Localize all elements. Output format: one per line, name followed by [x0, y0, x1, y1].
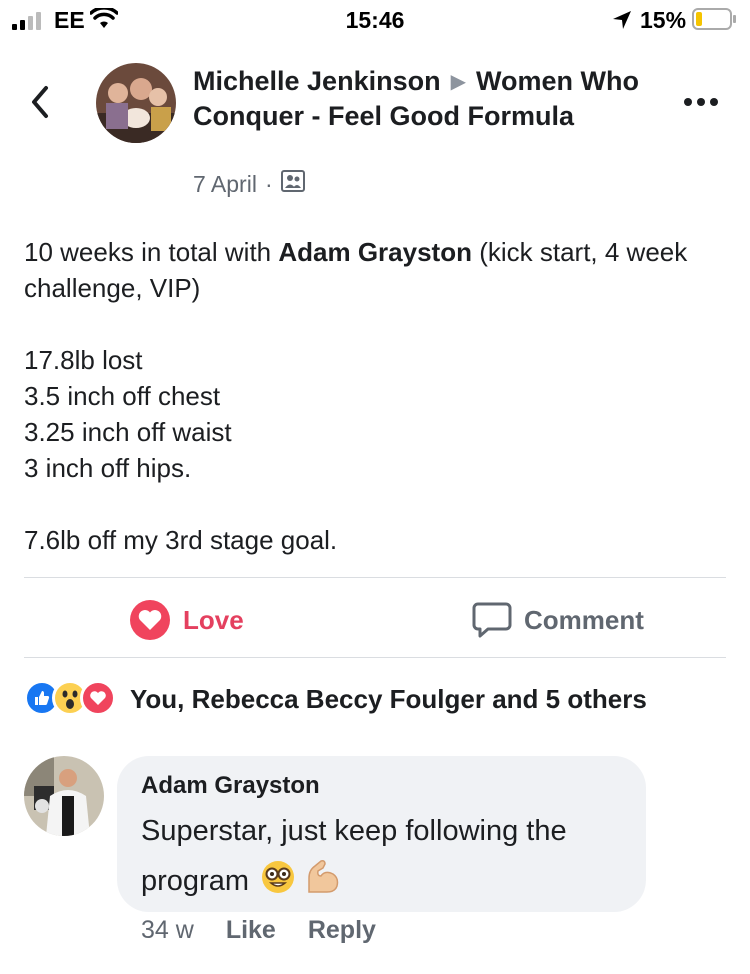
comment-label: Comment [524, 604, 644, 635]
commenter-name[interactable]: Adam Grayston [141, 772, 320, 800]
comment-button[interactable]: Comment [472, 598, 644, 642]
more-dot [684, 98, 692, 106]
post-date[interactable]: 7 April [193, 171, 257, 198]
reply-comment-button[interactable]: Reply [308, 916, 376, 945]
divider [24, 577, 726, 578]
more-dot [697, 98, 705, 106]
love-label: Love [183, 604, 244, 635]
flexed-biceps-icon [303, 858, 341, 910]
love-button[interactable]: Love [129, 598, 244, 642]
comment-meta: 34 w Like Reply [141, 916, 376, 945]
group-audience-icon [280, 170, 305, 198]
battery-percentage: 15% [640, 7, 687, 33]
comment-icon [472, 602, 512, 638]
commenter-avatar[interactable] [24, 756, 104, 836]
more-options-button[interactable] [684, 98, 718, 106]
more-dot [710, 98, 718, 106]
mention-link[interactable]: Adam Grayston [278, 237, 472, 267]
author-name[interactable]: Michelle Jenkinson [193, 66, 441, 96]
love-reaction-icon [80, 680, 116, 716]
post-body: 10 weeks in total with Adam Grayston (ki… [24, 234, 724, 558]
chevron-left-icon [32, 86, 48, 118]
battery-icon [692, 8, 738, 35]
back-button[interactable] [30, 84, 50, 125]
author-avatar[interactable] [96, 63, 176, 143]
goal-line: 7.6lb off my 3rd stage goal. [24, 525, 338, 555]
divider [24, 657, 726, 658]
like-comment-button[interactable]: Like [226, 916, 276, 945]
stat-line: 3 inch off hips. [24, 453, 192, 483]
comment-text: Superstar, just keep following the progr… [141, 806, 631, 910]
location-arrow-icon [612, 10, 632, 35]
comment-body: Superstar, just keep following the progr… [141, 815, 567, 897]
post-title: Michelle Jenkinson ▶ Women Who Conquer - F… [193, 64, 663, 133]
reaction-summary[interactable]: You, Rebecca Beccy Foulger and 5 others [130, 684, 647, 715]
intro-text: 10 weeks in total with [24, 237, 279, 267]
triangle-right-icon: ▶ [450, 71, 466, 93]
status-bar: EE 15:46 15% [0, 0, 750, 40]
stat-line: 3.5 inch off chest [24, 381, 221, 411]
love-icon [130, 600, 170, 640]
post-meta: 7 April · [193, 170, 305, 198]
stat-line: 3.25 inch off waist [24, 417, 232, 447]
nerd-face-icon [261, 860, 295, 910]
reaction-icons[interactable] [24, 680, 116, 716]
meta-separator: · [264, 170, 273, 197]
stat-line: 17.8lb lost [24, 345, 143, 375]
post-intro: 10 weeks in total with Adam Grayston (ki… [24, 234, 724, 306]
clock: 15:46 [345, 7, 405, 33]
comment-age: 34 w [141, 916, 194, 944]
